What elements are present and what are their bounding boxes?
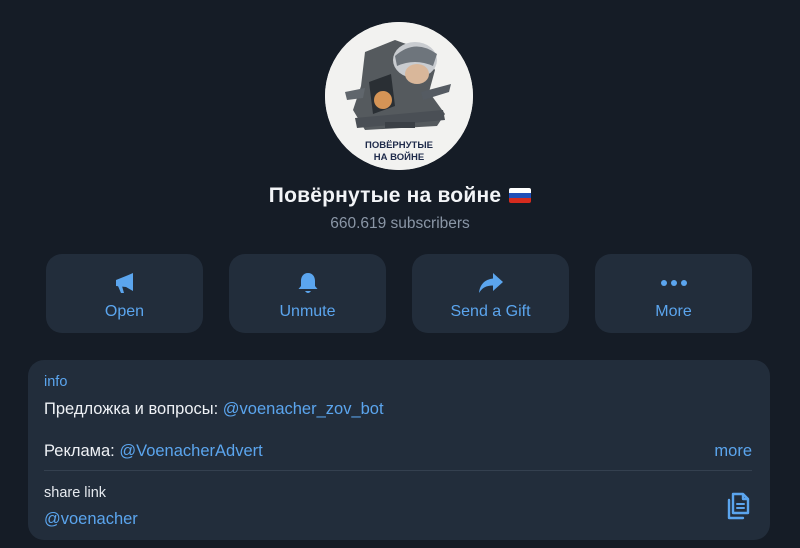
avatar-image: ПОВЁРНУТЫЕ НА ВОЙНЕ (325, 22, 473, 170)
share-link-value[interactable]: @voenacher (44, 510, 138, 529)
bell-icon (298, 273, 317, 293)
share-arrow-icon (478, 273, 503, 293)
subscriber-count: 660.619 subscribers (330, 215, 470, 232)
info-more-link[interactable]: more (714, 442, 752, 461)
open-label: Open (104, 303, 145, 320)
info-line-suggestions: Предложка и вопросы: @voenacher_zov_bot (44, 400, 384, 419)
open-button[interactable]: Open (46, 254, 203, 333)
copy-icon[interactable] (724, 490, 754, 522)
share-link-label: share link (44, 485, 107, 501)
channel-avatar[interactable]: ПОВЁРНУТЫЕ НА ВОЙНЕ (325, 22, 473, 170)
send-gift-label: Send a Gift (450, 303, 531, 320)
russia-flag-icon (509, 188, 532, 203)
more-dots-icon (660, 280, 687, 286)
suggestions-text: Предложка и вопросы: (44, 400, 223, 418)
advert-text: Реклама: (44, 442, 120, 460)
advert-link[interactable]: @VoenacherAdvert (119, 442, 262, 460)
info-card: info Предложка и вопросы: @voenacher_zov… (28, 360, 770, 540)
info-line-advert: Реклама: @VoenacherAdvert (44, 442, 263, 461)
unmute-button[interactable]: Unmute (229, 254, 386, 333)
bot-link[interactable]: @voenacher_zov_bot (223, 400, 384, 418)
avatar-caption-2: НА ВОЙНЕ (374, 151, 424, 163)
channel-name-text: Повёрнутые на войне (268, 184, 502, 207)
avatar-caption-1: ПОВЁРНУТЫЕ (365, 140, 433, 151)
info-heading: info (44, 374, 68, 390)
more-button[interactable]: More (595, 254, 752, 333)
divider (44, 470, 752, 471)
unmute-label: Unmute (279, 303, 336, 320)
megaphone-icon (115, 273, 133, 293)
send-gift-button[interactable]: Send a Gift (412, 254, 569, 333)
more-label: More (655, 303, 692, 320)
channel-title: Повёрнутые на войне (0, 184, 800, 208)
